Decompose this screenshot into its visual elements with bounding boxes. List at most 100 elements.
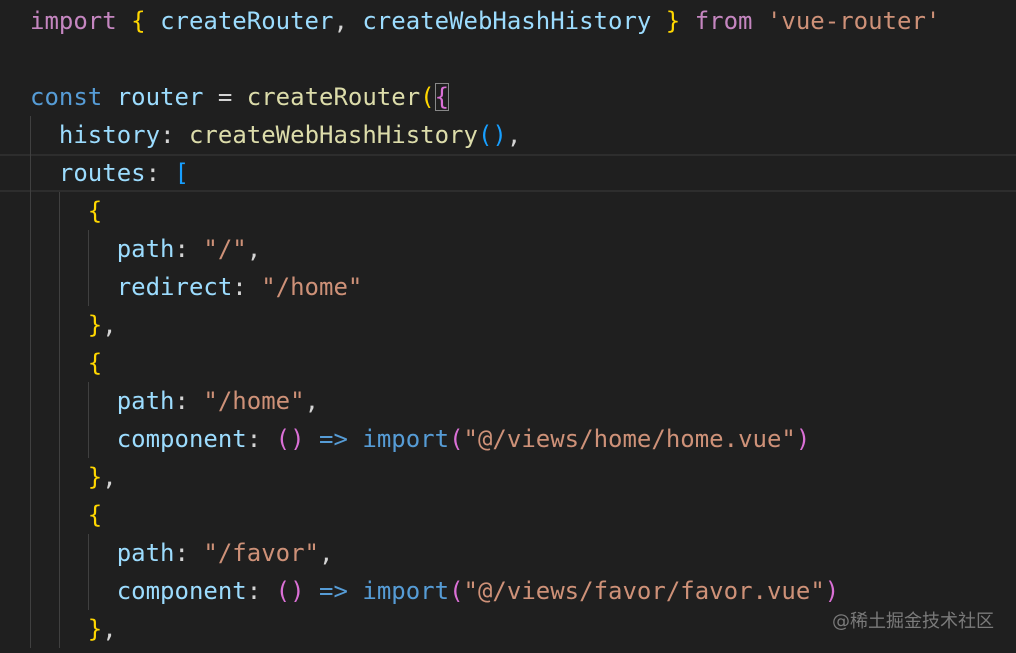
code-line[interactable]: { (0, 192, 1016, 230)
code-token: { (87, 349, 103, 377)
code-token: "/" (203, 235, 247, 263)
code-text: { (30, 344, 102, 382)
code-token: createRouter (160, 7, 334, 35)
code-text: import { createRouter, createWebHashHist… (30, 2, 940, 40)
code-token: : (174, 539, 204, 567)
code-token: import (362, 577, 450, 605)
code-line[interactable] (0, 40, 1016, 78)
code-token: , (102, 311, 117, 339)
code-text: { (30, 496, 102, 534)
code-token: "/home" (203, 387, 305, 415)
code-token: from (694, 7, 753, 35)
code-line[interactable]: path: "/", (0, 230, 1016, 268)
code-line[interactable]: import { createRouter, createWebHashHist… (0, 2, 1016, 40)
code-text: component: () => import("@/views/favor/f… (30, 572, 840, 610)
matched-bracket: { (434, 83, 450, 111)
code-text: path: "/favor", (30, 534, 334, 572)
code-text: routes: [ (30, 156, 189, 190)
code-text: history: createWebHashHistory(), (30, 116, 521, 154)
code-token: "@/views/favor/favor.vue" (463, 577, 825, 605)
code-token: () (275, 577, 305, 605)
code-text: path: "/home", (30, 382, 319, 420)
code-token: => (319, 425, 348, 453)
code-token: ( (420, 83, 435, 111)
code-text: }, (30, 306, 117, 344)
code-token: () (275, 425, 305, 453)
code-line[interactable]: routes: [ (0, 154, 1016, 192)
code-line[interactable]: history: createWebHashHistory(), (0, 116, 1016, 154)
code-token: () (477, 121, 507, 149)
code-token: ( (449, 425, 464, 453)
code-line[interactable]: const router = createRouter({ (0, 78, 1016, 116)
code-line[interactable]: path: "/favor", (0, 534, 1016, 572)
code-token: { (87, 197, 103, 225)
code-token: : (145, 159, 175, 187)
code-token: history (58, 121, 161, 149)
code-editor[interactable]: import { createRouter, createWebHashHist… (0, 0, 1016, 653)
code-token: , (246, 235, 262, 263)
code-token: } (87, 615, 103, 643)
code-text: const router = createRouter({ (30, 78, 450, 116)
code-token: , (304, 387, 320, 415)
code-line[interactable]: component: () => import("@/views/favor/f… (0, 572, 1016, 610)
code-line[interactable]: redirect: "/home" (0, 268, 1016, 306)
code-token: component (116, 577, 247, 605)
code-token: : (160, 121, 189, 149)
code-line[interactable]: component: () => import("@/views/home/ho… (0, 420, 1016, 458)
code-token: component (116, 425, 247, 453)
code-token: path (116, 539, 175, 567)
code-token: 'vue-router' (766, 7, 941, 35)
code-token: "/home" (261, 273, 363, 301)
code-token: } (87, 311, 103, 339)
code-token: , (102, 463, 117, 491)
code-text: }, (30, 458, 117, 496)
code-token: { (87, 501, 103, 529)
code-token: "@/views/home/home.vue" (463, 425, 796, 453)
code-line[interactable]: }, (0, 306, 1016, 344)
code-line[interactable]: { (0, 496, 1016, 534)
code-line[interactable]: }, (0, 458, 1016, 496)
code-token: redirect (116, 273, 233, 301)
code-text: }, (30, 610, 117, 648)
code-token: } (665, 7, 681, 35)
code-text: { (30, 192, 102, 230)
code-token: createRouter (246, 83, 421, 111)
code-line[interactable]: { (0, 344, 1016, 382)
code-token: ) (824, 577, 840, 605)
code-token: : (232, 273, 262, 301)
code-token: } (87, 463, 103, 491)
code-token: [ (174, 159, 189, 187)
code-token: = (203, 83, 247, 111)
code-token: : (174, 387, 204, 415)
code-token: import (362, 425, 450, 453)
code-token: router (116, 83, 204, 111)
code-text: path: "/", (30, 230, 262, 268)
code-token: , (319, 539, 334, 567)
code-token: , (102, 615, 117, 643)
code-token: const (30, 83, 103, 111)
code-line[interactable]: path: "/home", (0, 382, 1016, 420)
code-token: ( (449, 577, 464, 605)
code-token: path (116, 235, 175, 263)
code-token: "/favor" (203, 539, 319, 567)
code-token: createWebHashHistory (188, 121, 478, 149)
code-line[interactable]: }, (0, 610, 1016, 648)
code-token: path (116, 387, 175, 415)
